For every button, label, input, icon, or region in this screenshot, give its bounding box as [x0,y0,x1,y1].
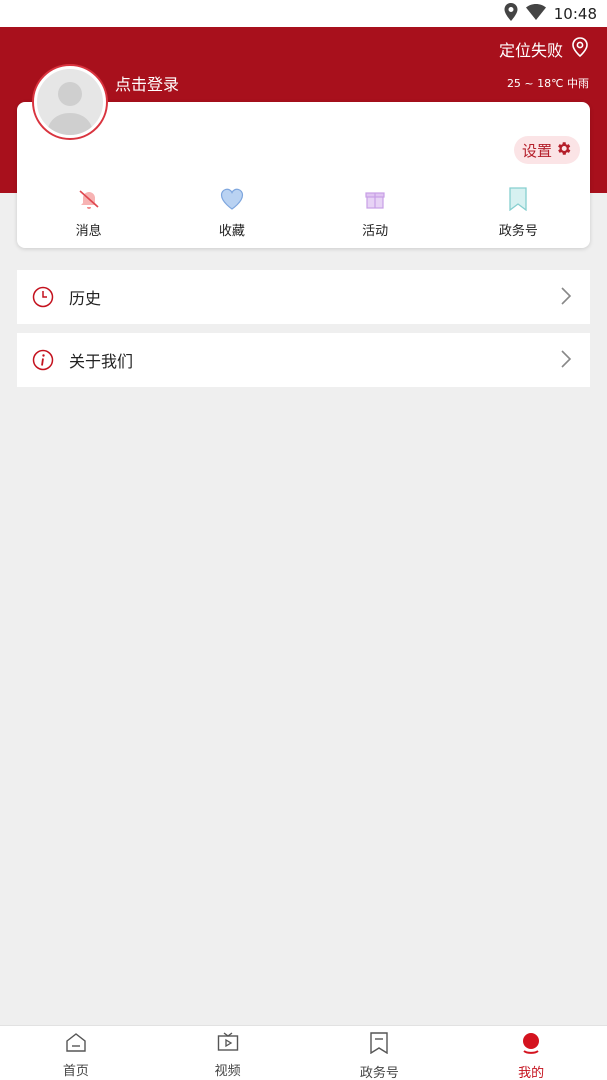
tab-label-mine: 我的 [518,1066,545,1080]
menu-item-history[interactable]: 历史 [17,270,590,324]
quick-label-gov-accounts: 政务号 [498,224,538,239]
status-icons: 10:48 [504,3,597,25]
bookmark-icon [369,1032,389,1058]
bookmark-icon [505,186,531,212]
quick-item-gov-accounts[interactable]: 政务号 [447,186,590,242]
quick-label-activities: 活动 [362,224,389,239]
settings-button[interactable]: 设置 [513,136,580,164]
quick-label-favorites: 收藏 [218,224,245,239]
tab-label-home: 首页 [62,1064,89,1079]
gear-icon [555,140,572,161]
tab-gov-accounts[interactable]: 政务号 [304,1026,456,1080]
wifi-icon [525,4,546,24]
login-link[interactable]: 点击登录 [115,71,179,95]
info-icon [31,348,55,372]
avatar-placeholder-icon [47,82,93,135]
tab-home[interactable]: 首页 [0,1026,152,1080]
profile-card: 设置 消息 收藏 活动 政务号 [17,102,590,248]
status-time: 10:48 [553,5,597,23]
tv-icon [217,1032,239,1056]
location-button[interactable]: 定位失败 [499,37,589,61]
weather-text: 25 ~ 18℃ 中雨 [506,77,589,90]
avatar[interactable] [34,66,106,138]
bell-mute-icon [76,186,102,212]
home-icon [65,1032,87,1056]
tab-video[interactable]: 视频 [152,1026,304,1080]
bottom-tab-bar: 首页 视频 政务号 我的 [0,1025,607,1080]
profile-icon [520,1032,542,1058]
tab-label-video: 视频 [214,1064,241,1079]
menu-label-about-us: 关于我们 [69,352,134,371]
quick-actions: 消息 收藏 活动 政务号 [17,186,590,242]
status-bar: 10:48 [0,0,607,27]
quick-item-activities[interactable]: 活动 [304,186,447,242]
menu-label-history: 历史 [69,289,102,308]
chevron-right-icon [560,349,572,373]
tab-mine[interactable]: 我的 [455,1026,607,1080]
location-pin-icon [504,3,518,25]
clock-icon [31,285,55,309]
tab-label-gov-accounts: 政务号 [359,1066,399,1080]
quick-item-favorites[interactable]: 收藏 [160,186,303,242]
location-text: 定位失败 [498,41,563,60]
gift-icon [362,186,388,212]
location-pin-outline-icon [571,37,589,61]
settings-label: 设置 [521,141,552,160]
quick-label-messages: 消息 [75,224,102,239]
chevron-right-icon [560,286,572,310]
heart-icon [219,186,245,212]
menu-item-about-us[interactable]: 关于我们 [17,333,590,387]
quick-item-messages[interactable]: 消息 [17,186,160,242]
